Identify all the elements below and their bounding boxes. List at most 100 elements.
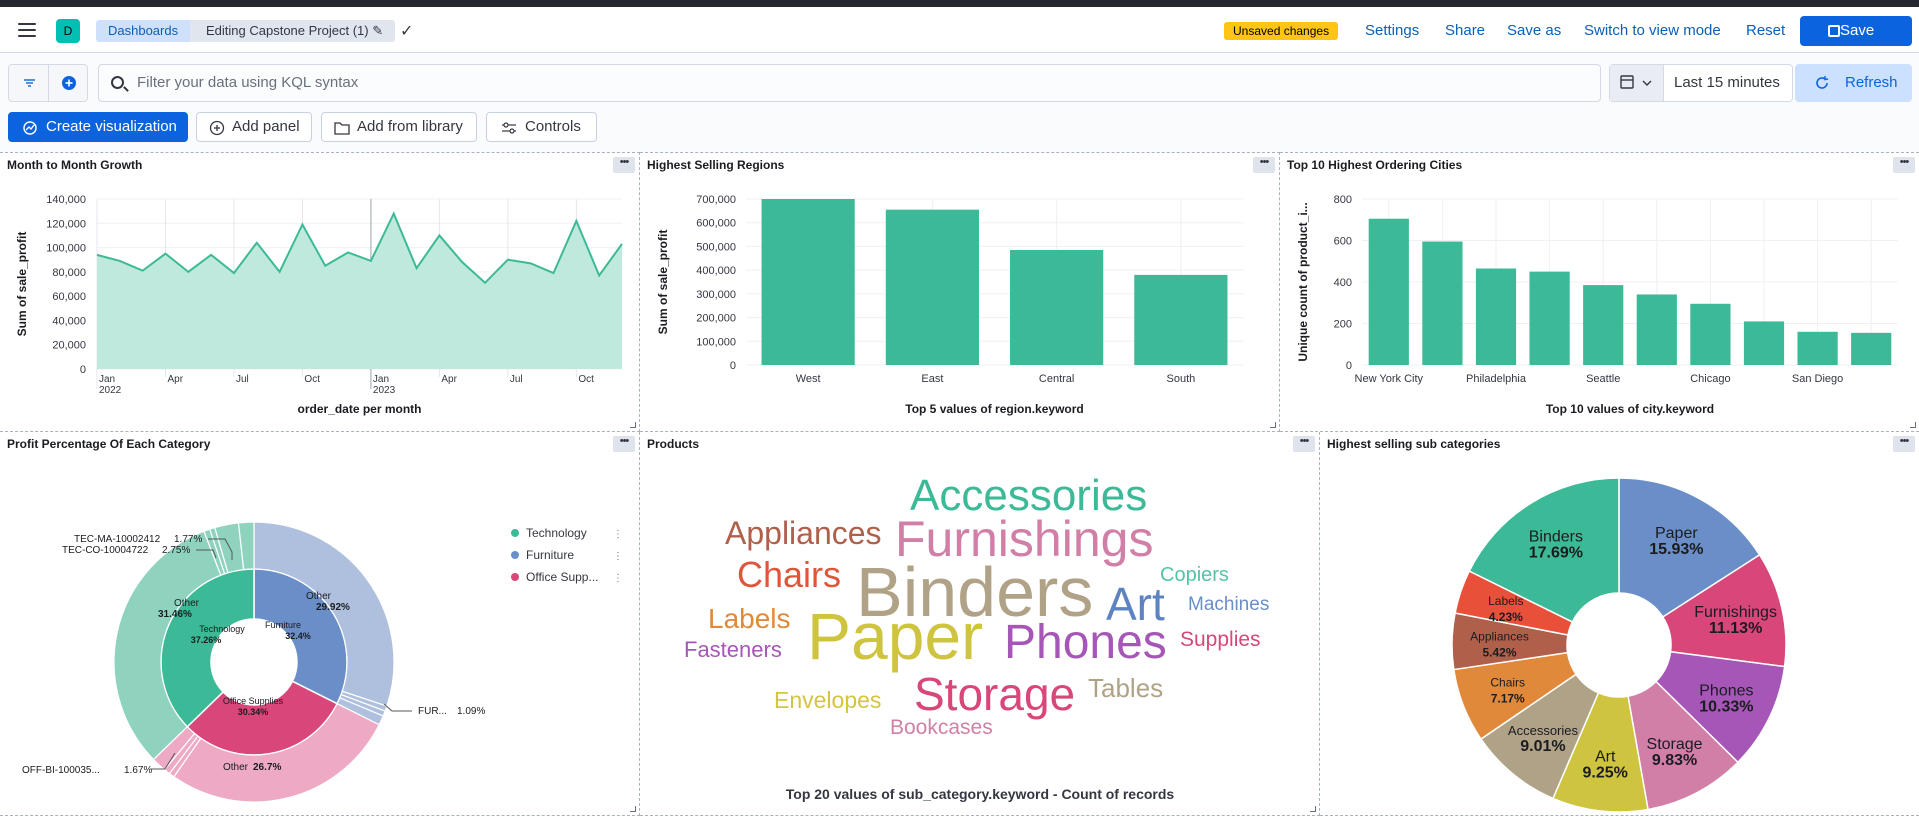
create-visualization-button[interactable]: Create visualization bbox=[8, 112, 188, 142]
space-avatar[interactable]: D bbox=[56, 19, 80, 43]
panel-options-icon[interactable]: ••• bbox=[1253, 157, 1275, 173]
panel-ordering-cities[interactable]: Top 10 Highest Ordering Cities ••• 80060… bbox=[1280, 152, 1919, 432]
controls-button[interactable]: Controls bbox=[486, 112, 597, 142]
bar bbox=[1530, 272, 1570, 365]
panel-selling-regions[interactable]: Highest Selling Regions ••• 700,000600,0… bbox=[640, 152, 1280, 432]
legend-menu-icon: ⋮ bbox=[613, 551, 623, 562]
search-placeholder: Filter your data using KQL syntax bbox=[137, 74, 358, 91]
panel-title: Month to Month Growth bbox=[7, 158, 142, 172]
panel-month-growth[interactable]: Month to Month Growth ••• 140,000 120,000… bbox=[0, 152, 640, 432]
filter-menu-button[interactable] bbox=[8, 64, 49, 102]
leader-line bbox=[384, 704, 412, 711]
panel-options-icon[interactable]: ••• bbox=[1893, 157, 1915, 173]
bar bbox=[1422, 242, 1462, 365]
panel-options-icon[interactable]: ••• bbox=[1293, 436, 1315, 452]
add-panel-label: Add panel bbox=[232, 118, 300, 135]
save-as-link[interactable]: Save as bbox=[1507, 22, 1561, 39]
query-bar: Filter your data using KQL syntax Last 1… bbox=[0, 54, 1919, 112]
calendar-icon bbox=[1610, 65, 1664, 101]
y-axis-title: Sum of sale_profit bbox=[15, 232, 29, 337]
outer-label-name: OFF-BI-100035... bbox=[22, 765, 100, 776]
slice-label-value: 9.25% bbox=[1582, 765, 1627, 782]
panel-products[interactable]: Products ••• AccessoriesAppliancesFurnis… bbox=[640, 432, 1320, 816]
add-from-library-label: Add from library bbox=[357, 118, 463, 135]
word-copiers: Copiers bbox=[1160, 565, 1229, 585]
y-tick-label: 300,000 bbox=[696, 289, 736, 301]
panel-category-profit[interactable]: Profit Percentage Of Each Category ••• T… bbox=[0, 432, 640, 816]
folder-icon bbox=[334, 121, 350, 135]
breadcrumb-current-label: Editing Capstone Project (1) bbox=[206, 23, 369, 38]
inner-label-name: Office Supplies bbox=[223, 696, 284, 706]
word-phones: Phones bbox=[1004, 619, 1167, 667]
resize-handle[interactable] bbox=[1310, 806, 1316, 812]
category-donut-chart: Technology37.26%Furniture32.4%Office Sup… bbox=[0, 432, 638, 814]
word-tables: Tables bbox=[1088, 675, 1163, 701]
x-tick-label: Apr bbox=[167, 374, 183, 385]
panel-title: Products bbox=[647, 437, 699, 451]
slice-label-name: Binders bbox=[1529, 529, 1583, 546]
resize-handle[interactable] bbox=[630, 806, 636, 812]
date-picker[interactable]: Last 15 minutes bbox=[1609, 64, 1793, 102]
resize-handle[interactable] bbox=[1910, 422, 1916, 428]
panel-options-icon[interactable]: ••• bbox=[1893, 436, 1915, 452]
outer-label-value: 1.77% bbox=[174, 534, 202, 545]
refresh-button[interactable]: Refresh bbox=[1795, 64, 1912, 102]
bar bbox=[1690, 304, 1730, 365]
legend-dot bbox=[511, 573, 519, 581]
word-paper: Paper bbox=[807, 603, 983, 669]
y-tick-label: 60,000 bbox=[52, 291, 86, 303]
panel-title: Highest selling sub categories bbox=[1327, 437, 1500, 451]
x-tick-year: 2022 bbox=[99, 385, 122, 396]
legend-item: Technology bbox=[526, 526, 587, 540]
y-axis-title: Sum of sale_profit bbox=[656, 230, 670, 335]
slice-label-name: Paper bbox=[1655, 525, 1698, 542]
panel-sub-categories[interactable]: Highest selling sub categories ••• Paper… bbox=[1320, 432, 1919, 816]
calendar-button[interactable] bbox=[1610, 65, 1664, 101]
menu-icon[interactable] bbox=[18, 23, 36, 37]
refresh-icon bbox=[1815, 76, 1829, 90]
add-from-library-button[interactable]: Add from library bbox=[321, 112, 477, 142]
y-tick-label: 0 bbox=[80, 364, 86, 376]
add-panel-button[interactable]: Add panel bbox=[196, 112, 312, 142]
x-tick-label: South bbox=[1167, 373, 1196, 385]
x-tick-label: Jan bbox=[99, 374, 115, 385]
resize-handle[interactable] bbox=[630, 422, 636, 428]
x-tick-label: West bbox=[796, 373, 821, 385]
outer-label-name: FUR... bbox=[418, 706, 447, 717]
inner-label-name: Furniture bbox=[265, 620, 301, 630]
y-tick-label: 600,000 bbox=[696, 218, 736, 230]
panel-title: Top 10 Highest Ordering Cities bbox=[1287, 158, 1462, 172]
search-input[interactable]: Filter your data using KQL syntax bbox=[98, 64, 1601, 102]
regions-bar-chart: 700,000600,000500,000400,000300,000200,0… bbox=[640, 153, 1278, 431]
resize-handle[interactable] bbox=[1270, 422, 1276, 428]
breadcrumb-current[interactable]: Editing Capstone Project (1) ✎ bbox=[190, 20, 395, 42]
x-tick-label: Philadelphia bbox=[1466, 373, 1527, 385]
app-header: D Dashboards Editing Capstone Project (1… bbox=[0, 7, 1919, 53]
switch-view-mode-link[interactable]: Switch to view mode bbox=[1584, 22, 1721, 39]
panel-options-icon[interactable]: ••• bbox=[613, 157, 635, 173]
share-link[interactable]: Share bbox=[1445, 22, 1485, 39]
save-button[interactable]: Save bbox=[1800, 16, 1912, 46]
y-tick-label: 20,000 bbox=[52, 340, 86, 352]
slice-label-value: 5.42% bbox=[1483, 645, 1517, 659]
x-axis-title: Top 10 values of city.keyword bbox=[1546, 402, 1714, 416]
cities-bar-chart: 8006004002000New York CityPhiladelphiaSe… bbox=[1280, 153, 1919, 431]
pie-hole bbox=[1567, 593, 1671, 697]
reset-link[interactable]: Reset bbox=[1746, 22, 1785, 39]
y-tick-label: 120,000 bbox=[46, 218, 86, 230]
panel-title: Profit Percentage Of Each Category bbox=[7, 437, 210, 451]
breadcrumb-dashboards[interactable]: Dashboards bbox=[96, 20, 192, 42]
y-tick-label: 140,000 bbox=[46, 194, 86, 206]
bar bbox=[1583, 285, 1623, 365]
save-icon bbox=[1828, 25, 1840, 37]
subcategory-pie-chart: Paper15.93%Furnishings11.13%Phones10.33%… bbox=[1320, 432, 1919, 814]
outer-label-name: Other bbox=[223, 762, 249, 773]
y-tick-label: 800 bbox=[1334, 194, 1352, 206]
settings-link[interactable]: Settings bbox=[1365, 22, 1419, 39]
add-filter-button[interactable] bbox=[48, 64, 88, 102]
check-icon[interactable]: ✓ bbox=[400, 21, 413, 41]
dashboard-toolbar: Create visualization Add panel Add from … bbox=[0, 112, 1919, 152]
panel-options-icon[interactable]: ••• bbox=[613, 436, 635, 452]
word-envelopes: Envelopes bbox=[774, 689, 881, 712]
controls-icon bbox=[501, 121, 517, 135]
